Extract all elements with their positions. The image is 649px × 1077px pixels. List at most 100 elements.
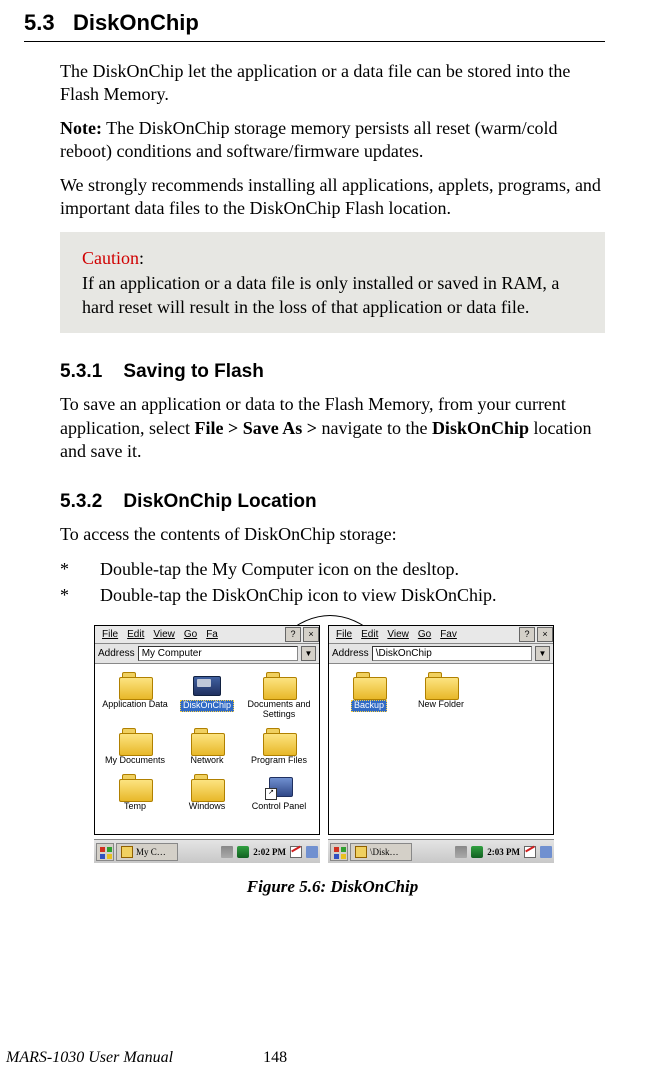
file-label: Temp bbox=[124, 802, 146, 812]
file-label: Backup bbox=[351, 700, 387, 712]
icon-grid: Application Data DiskOnChip Documents and … bbox=[95, 664, 319, 834]
menubar[interactable]: File Edit View Go Fav ? × bbox=[329, 626, 553, 644]
clock: 2:02 PM bbox=[253, 847, 286, 857]
close-button[interactable]: × bbox=[537, 627, 553, 642]
footer: MARS-1030 User Manual 148 bbox=[0, 1049, 649, 1067]
address-field[interactable]: My Computer bbox=[138, 646, 298, 661]
sub2-intro: To access the contents of DiskOnChip sto… bbox=[60, 523, 605, 546]
file-item[interactable]: Temp bbox=[99, 772, 171, 816]
folder-icon bbox=[353, 672, 385, 698]
note-paragraph: Note: The DiskOnChip storage memory pers… bbox=[60, 117, 605, 164]
file-label: Documents and Settings bbox=[243, 700, 315, 720]
caution-box: Caution: If an application or a data fil… bbox=[60, 232, 605, 333]
help-button[interactable]: ? bbox=[519, 627, 535, 642]
folder-icon bbox=[119, 728, 151, 754]
list-item: * Double-tap the DiskOnChip icon to view… bbox=[60, 583, 605, 607]
address-field[interactable]: \DiskOnChip bbox=[372, 646, 532, 661]
folder-icon bbox=[121, 846, 133, 858]
file-label: Program Files bbox=[251, 756, 307, 766]
menu-view[interactable]: View bbox=[149, 629, 179, 640]
start-button[interactable] bbox=[330, 843, 348, 861]
list-content: Double-tap the DiskOnChip icon to view D… bbox=[100, 583, 605, 607]
menu-file[interactable]: File bbox=[332, 629, 356, 640]
section-title: 5.3 DiskOnChip bbox=[24, 10, 605, 42]
file-label: DiskOnChip bbox=[180, 700, 234, 712]
start-button[interactable] bbox=[96, 843, 114, 861]
file-item[interactable]: Program Files bbox=[243, 726, 315, 770]
desktop-icon[interactable] bbox=[306, 846, 318, 858]
clock: 2:03 PM bbox=[487, 847, 520, 857]
note-text: The DiskOnChip storage memory persists a… bbox=[60, 118, 558, 161]
file-item[interactable]: DiskOnChip bbox=[171, 670, 243, 724]
keyboard-icon[interactable] bbox=[455, 846, 467, 858]
list-content: Double-tap the My Computer icon on the d… bbox=[100, 557, 605, 581]
page-number: 148 bbox=[263, 1049, 287, 1067]
list-marker: * bbox=[60, 557, 100, 581]
figure-caption: Figure 5.6: DiskOnChip bbox=[60, 877, 605, 897]
address-dropdown[interactable]: ▼ bbox=[301, 646, 316, 661]
intro-paragraph: The DiskOnChip let the application or a … bbox=[60, 60, 605, 107]
menu-go[interactable]: Go bbox=[414, 629, 435, 640]
caution-label: Caution bbox=[82, 248, 139, 268]
subsection-1-name: Saving to Flash bbox=[123, 361, 263, 382]
section-number: 5.3 bbox=[24, 10, 55, 35]
task-button[interactable]: My C… bbox=[116, 843, 178, 861]
subsection-1-title: 5.3.1 Saving to Flash bbox=[60, 361, 605, 383]
file-item[interactable]: Application Data bbox=[99, 670, 171, 724]
file-item[interactable]: New Folder bbox=[405, 670, 477, 716]
file-item[interactable]: Documents and Settings bbox=[243, 670, 315, 724]
address-bar: Address My Computer ▼ bbox=[95, 644, 319, 664]
task-button[interactable]: \Disk… bbox=[350, 843, 412, 861]
menu-file[interactable]: File bbox=[98, 629, 122, 640]
connection-icon[interactable] bbox=[524, 846, 536, 858]
caution-colon: : bbox=[139, 248, 144, 268]
folder-icon bbox=[355, 846, 367, 858]
file-item[interactable]: Windows bbox=[171, 772, 243, 816]
network-icon[interactable] bbox=[237, 846, 249, 858]
system-tray: 2:03 PM bbox=[455, 843, 552, 861]
window-my-computer: File Edit View Go Fa ? × Address My Comp… bbox=[94, 625, 320, 863]
address-label: Address bbox=[332, 648, 369, 659]
screenshots: File Edit View Go Fa ? × Address My Comp… bbox=[94, 625, 605, 863]
recommend-paragraph: We strongly recommends installing all ap… bbox=[60, 174, 605, 221]
folder-icon bbox=[191, 774, 223, 800]
file-item[interactable]: Control Panel bbox=[243, 772, 315, 816]
folder-icon bbox=[263, 728, 295, 754]
file-label: Network bbox=[190, 756, 223, 766]
desktop-icon[interactable] bbox=[540, 846, 552, 858]
folder-icon bbox=[119, 672, 151, 698]
note-label: Note: bbox=[60, 118, 102, 138]
file-item[interactable]: Network bbox=[171, 726, 243, 770]
menu-fav[interactable]: Fa bbox=[202, 629, 222, 640]
subsection-2-name: DiskOnChip Location bbox=[123, 491, 316, 512]
manual-title: MARS-1030 User Manual bbox=[6, 1049, 173, 1067]
close-button[interactable]: × bbox=[303, 627, 319, 642]
folder-icon bbox=[191, 728, 223, 754]
menubar[interactable]: File Edit View Go Fa ? × bbox=[95, 626, 319, 644]
help-button[interactable]: ? bbox=[285, 627, 301, 642]
list-item: * Double-tap the My Computer icon on the… bbox=[60, 557, 605, 581]
file-label: New Folder bbox=[418, 700, 464, 710]
keyboard-icon[interactable] bbox=[221, 846, 233, 858]
file-label: Windows bbox=[189, 802, 226, 812]
menu-edit[interactable]: Edit bbox=[357, 629, 382, 640]
taskbar: \Disk… 2:03 PM bbox=[328, 839, 554, 863]
menu-view[interactable]: View bbox=[383, 629, 413, 640]
section-name: DiskOnChip bbox=[73, 10, 199, 35]
folder-icon bbox=[119, 774, 151, 800]
menu-go[interactable]: Go bbox=[180, 629, 201, 640]
network-icon[interactable] bbox=[471, 846, 483, 858]
address-dropdown[interactable]: ▼ bbox=[535, 646, 550, 661]
list-marker: * bbox=[60, 583, 100, 607]
connection-icon[interactable] bbox=[290, 846, 302, 858]
caution-text: If an application or a data file is only… bbox=[82, 273, 559, 317]
menu-fav[interactable]: Fav bbox=[436, 629, 461, 640]
file-item[interactable]: Backup bbox=[333, 670, 405, 716]
menu-edit[interactable]: Edit bbox=[123, 629, 148, 640]
system-tray: 2:02 PM bbox=[221, 843, 318, 861]
file-item[interactable]: My Documents bbox=[99, 726, 171, 770]
taskbar: My C… 2:02 PM bbox=[94, 839, 320, 863]
disk-icon bbox=[191, 672, 223, 698]
address-bar: Address \DiskOnChip ▼ bbox=[329, 644, 553, 664]
window-diskonchip: File Edit View Go Fav ? × Address \DiskO… bbox=[328, 625, 554, 863]
